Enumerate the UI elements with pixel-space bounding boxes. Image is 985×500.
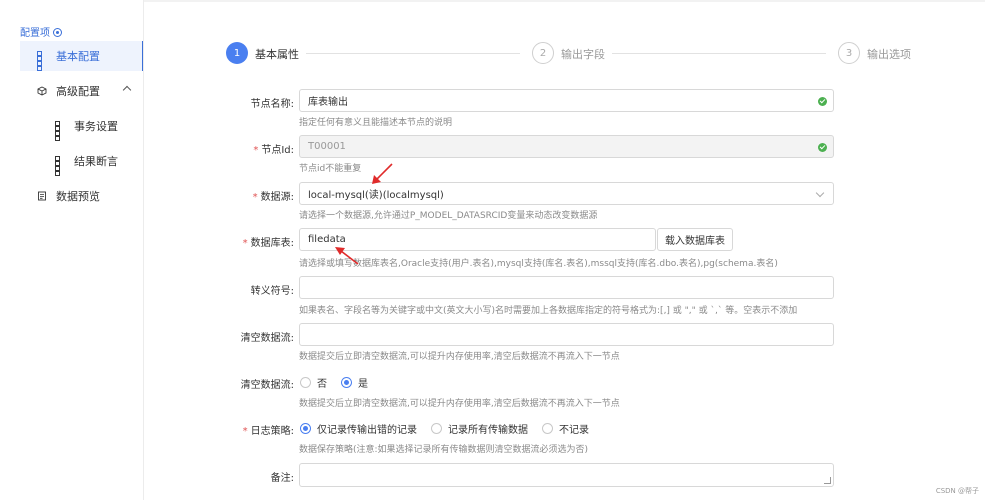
step-connector-1: [306, 53, 520, 54]
log-policy-radio-group: 仅记录传输出错的记录 记录所有传输数据 不记录: [300, 421, 603, 436]
cube-icon: [37, 86, 47, 96]
step-2-circle[interactable]: 2: [532, 42, 554, 64]
load-table-button[interactable]: 载入数据库表: [657, 228, 733, 251]
datasource-label: * 数据源:: [204, 188, 294, 203]
db-table-label: * 数据库表:: [204, 234, 294, 249]
sidebar-item-advanced-config[interactable]: 高级配置: [20, 76, 144, 106]
radio-button[interactable]: [300, 377, 311, 388]
sidebar-title-label: 配置项: [20, 28, 50, 39]
log-option-all[interactable]: 记录所有传输数据: [431, 421, 528, 436]
datasource-label-text: 数据源:: [260, 192, 294, 203]
node-id-label-text: 节点Id:: [261, 145, 294, 156]
step-2-label[interactable]: 输出字段: [561, 46, 605, 62]
radio-button[interactable]: [431, 423, 442, 434]
radio-label: 否: [317, 379, 327, 390]
clear-flow-text-hint: 数据提交后立即清空数据流,可以提升内存使用率,清空后数据流不再流入下一节点: [299, 352, 620, 362]
log-option-none[interactable]: 不记录: [542, 421, 589, 436]
grid-icon: [55, 156, 65, 176]
step-3-label[interactable]: 输出选项: [867, 46, 911, 62]
node-name-label: 节点名称:: [250, 99, 294, 110]
node-id-hint: 节点id不能重复: [299, 164, 362, 174]
radio-label: 不记录: [559, 425, 589, 436]
escape-input[interactable]: [299, 276, 834, 299]
db-table-label-text: 数据库表:: [250, 238, 294, 249]
step-3-circle[interactable]: 3: [838, 42, 860, 64]
escape-hint: 如果表名、字段名等为关键字或中文(英文大小写)名时需要加上各数据库指定的符号格式…: [299, 306, 798, 316]
step-1-label[interactable]: 基本属性: [255, 46, 299, 62]
datasource-hint: 请选择一个数据源,允许通过P_MODEL_DATASRCID变量来动态改变数据源: [299, 211, 598, 221]
sidebar-title: 配置项: [20, 24, 62, 39]
chevron-up-icon[interactable]: [122, 85, 132, 95]
remark-label: 备注:: [270, 473, 294, 484]
grid-icon: [55, 121, 65, 141]
sidebar-item-label: 高级配置: [56, 85, 100, 98]
radio-button-selected[interactable]: [300, 423, 311, 434]
radio-label: 仅记录传输出错的记录: [317, 425, 417, 436]
node-name-hint: 指定任何有意义且能描述本节点的说明: [299, 118, 453, 128]
log-policy-label-text: 日志策略:: [250, 426, 294, 437]
sidebar-divider: [143, 0, 144, 500]
node-id-label: * 节点Id:: [204, 141, 294, 156]
clear-flow-radio-hint: 数据提交后立即清空数据流,可以提升内存使用率,清空后数据流不再流入下一节点: [299, 399, 620, 409]
clear-flow-text-label: 清空数据流:: [240, 333, 294, 344]
watermark: CSDN @帮子: [935, 487, 979, 495]
log-option-errors-only[interactable]: 仅记录传输出错的记录: [300, 421, 417, 436]
clear-flow-input[interactable]: [299, 323, 834, 346]
sidebar-item-label: 数据预览: [56, 190, 100, 203]
node-name-input[interactable]: 库表输出: [299, 89, 834, 112]
clear-flow-option-no[interactable]: 否: [300, 375, 327, 390]
clear-flow-radio-label: 清空数据流:: [240, 380, 294, 391]
radio-label: 记录所有传输数据: [448, 425, 528, 436]
clear-flow-option-yes[interactable]: 是: [341, 375, 368, 390]
sidebar-item-data-preview[interactable]: 数据预览: [20, 181, 144, 211]
annotation-arrow-icon: [335, 247, 359, 265]
document-icon: [37, 191, 47, 201]
required-mark: *: [242, 426, 248, 437]
node-id-input[interactable]: T00001: [299, 135, 834, 158]
radio-button[interactable]: [542, 423, 553, 434]
required-mark: *: [253, 145, 259, 156]
db-table-hint: 请选择或填写数据库表名,Oracle支持(用户.表名),mysql支持(库名.表…: [299, 259, 778, 269]
sidebar-item-label: 基本配置: [56, 50, 100, 63]
node-name-value: 库表输出: [308, 97, 348, 108]
radio-button-selected[interactable]: [341, 377, 352, 388]
sidebar-item-result-assertion[interactable]: 结果断言: [20, 146, 144, 176]
step-1-circle[interactable]: 1: [226, 42, 248, 64]
datasource-value: local-mysql(读)(localmysql): [308, 190, 444, 201]
grid-icon: [37, 51, 47, 71]
log-policy-label: * 日志策略:: [204, 422, 294, 437]
required-mark: *: [252, 192, 258, 203]
remark-textarea[interactable]: [299, 463, 834, 487]
annotation-arrow-icon: [372, 163, 393, 184]
radio-label: 是: [358, 379, 368, 390]
log-policy-hint: 数据保存策略(注意:如果选择记录所有传输数据则清空数据流必须选为否): [299, 445, 589, 455]
target-icon: [53, 28, 62, 37]
step-connector-2: [612, 53, 826, 54]
resize-handle-icon[interactable]: [824, 477, 831, 484]
escape-label: 转义符号:: [250, 286, 294, 297]
sidebar-item-label: 结果断言: [74, 155, 118, 168]
sidebar: 配置项 基本配置 高级配置 事务设置 结果断言 数据预览: [0, 0, 144, 500]
chevron-down-icon[interactable]: [815, 188, 825, 197]
clear-flow-radio-group: 否 是: [300, 375, 382, 390]
node-id-value: T00001: [308, 141, 346, 152]
sidebar-item-label: 事务设置: [74, 120, 118, 133]
required-mark: *: [242, 238, 248, 249]
check-circle-icon: [818, 142, 827, 152]
top-border: [0, 0, 985, 2]
sidebar-item-transaction-settings[interactable]: 事务设置: [20, 111, 144, 141]
check-circle-icon: [818, 96, 827, 106]
sidebar-item-basic-config[interactable]: 基本配置: [20, 41, 144, 71]
